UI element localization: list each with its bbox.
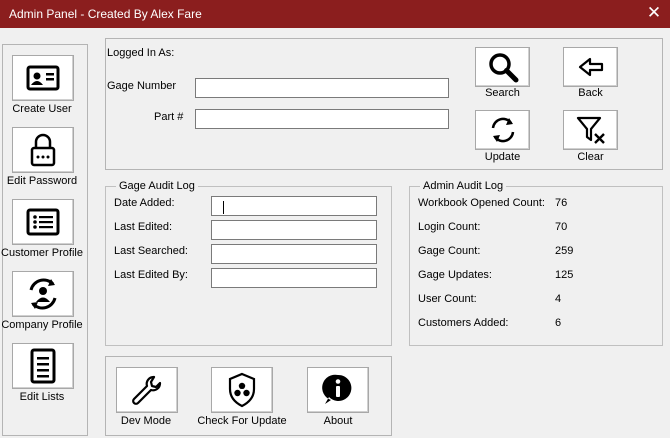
user-count-value: 4	[555, 293, 562, 305]
back-arrow-icon	[578, 57, 603, 77]
clear-button[interactable]	[563, 110, 618, 150]
gage-count-label: Gage Count:	[418, 245, 481, 257]
info-icon	[322, 374, 352, 404]
window-title: Admin Panel - Created By Alex Fare	[9, 7, 202, 21]
about-label: About	[323, 415, 353, 427]
gage-audit-title: Gage Audit Log	[116, 180, 198, 193]
last-searched-field[interactable]	[211, 244, 377, 264]
close-icon[interactable]: ✕	[646, 3, 662, 23]
back-label: Back	[578, 87, 603, 99]
update-button[interactable]	[475, 110, 530, 150]
logged-in-label: Logged In As:	[107, 47, 175, 59]
customers-added-value: 6	[555, 317, 562, 329]
date-added-field[interactable]	[211, 196, 377, 216]
create-user-button[interactable]	[12, 55, 74, 101]
back-button[interactable]	[563, 47, 618, 87]
dev-mode-button[interactable]	[116, 367, 178, 413]
id-card-icon	[26, 65, 60, 91]
search-button[interactable]	[475, 47, 530, 87]
login-count-label: Login Count:	[418, 221, 481, 233]
document-list-icon	[30, 348, 56, 384]
gage-updates-label: Gage Updates:	[418, 269, 492, 281]
shield-biohazard-icon	[228, 372, 256, 408]
edit-password-button[interactable]	[12, 127, 74, 173]
edit-lists-label: Edit Lists	[19, 391, 65, 403]
gage-number-input[interactable]	[195, 78, 449, 98]
padlock-icon	[30, 133, 56, 167]
last-edited-by-label: Last Edited By:	[114, 269, 188, 281]
refresh-icon	[491, 117, 514, 143]
part-label: Part #	[154, 111, 184, 123]
clear-label: Clear	[577, 151, 604, 163]
edit-password-label: Edit Password	[6, 175, 78, 187]
gage-number-label: Gage Number	[107, 80, 177, 92]
search-label: Search	[485, 87, 520, 99]
part-input[interactable]	[195, 109, 449, 129]
company-profile-label: Company Profile	[1, 319, 83, 331]
workbook-opened-value: 76	[555, 197, 568, 209]
create-user-label: Create User	[12, 103, 72, 115]
company-profile-button[interactable]	[12, 271, 74, 317]
clear-filter-icon	[576, 116, 605, 144]
list-icon	[26, 208, 60, 236]
workbook-opened-label: Workbook Opened Count:	[418, 197, 545, 209]
customers-added-label: Customers Added:	[418, 317, 509, 329]
title-bar: Admin Panel - Created By Alex Fare ✕	[0, 0, 670, 28]
user-count-label: User Count:	[418, 293, 477, 305]
last-edited-by-field[interactable]	[211, 268, 377, 288]
wrench-icon	[132, 375, 162, 405]
text-caret	[223, 201, 224, 214]
edit-lists-button[interactable]	[12, 343, 74, 389]
login-count-value: 70	[555, 221, 568, 233]
last-edited-label: Last Edited:	[114, 221, 173, 233]
search-icon	[488, 53, 518, 83]
last-edited-field[interactable]	[211, 220, 377, 240]
date-added-label: Date Added:	[114, 197, 175, 209]
dev-mode-label: Dev Mode	[120, 415, 172, 427]
last-searched-label: Last Searched:	[114, 245, 188, 257]
gage-updates-value: 125	[555, 269, 574, 281]
check-update-label: Check For Update	[197, 415, 287, 427]
customer-profile-label: Customer Profile	[1, 247, 83, 259]
about-button[interactable]	[307, 367, 369, 413]
update-label: Update	[484, 151, 521, 163]
check-update-button[interactable]	[211, 367, 273, 413]
user-sync-icon	[29, 278, 57, 310]
gage-count-value: 259	[555, 245, 574, 257]
customer-profile-button[interactable]	[12, 199, 74, 245]
admin-audit-title: Admin Audit Log	[420, 180, 507, 193]
